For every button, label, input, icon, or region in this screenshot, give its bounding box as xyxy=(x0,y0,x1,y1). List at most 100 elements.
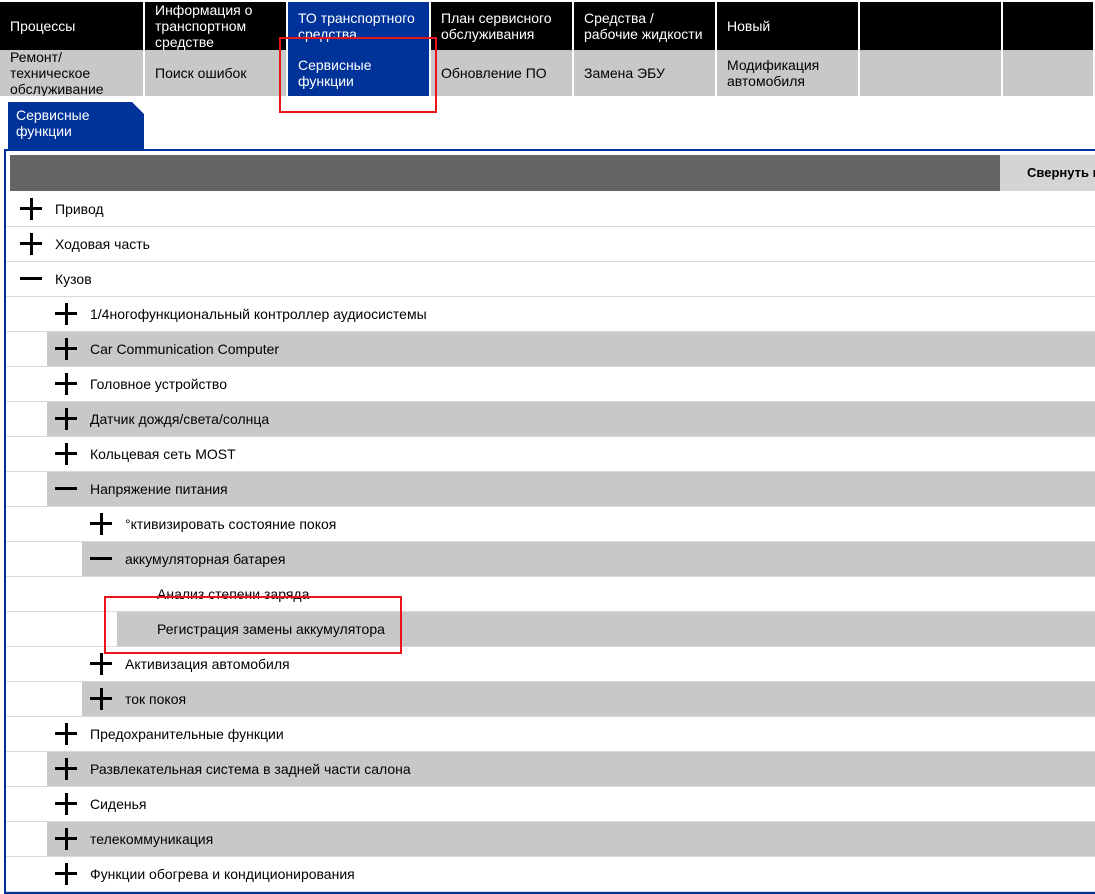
tree-row: Сиденья xyxy=(6,787,1095,822)
plus-icon[interactable] xyxy=(90,653,112,675)
tree-row: Головное устройство xyxy=(6,367,1095,402)
tree-item-label: Регистрация замены аккумулятора xyxy=(157,621,385,637)
plus-icon[interactable] xyxy=(55,758,77,780)
menu-item-label: Новый xyxy=(727,18,771,34)
tree-item-label: Car Communication Computer xyxy=(90,341,280,357)
tree-item[interactable]: Датчик дождя/света/солнца xyxy=(47,402,1095,436)
tree-item[interactable]: 1/4ногофункциональный контроллер аудиоси… xyxy=(47,297,1095,331)
tree-item[interactable]: ток покоя xyxy=(82,682,1095,716)
plus-icon[interactable] xyxy=(55,303,77,325)
submenu-item-0[interactable]: Ремонт/ техническое обслуживание xyxy=(0,50,145,96)
collapse-all-button[interactable]: Свернуть все xyxy=(1000,155,1095,191)
minus-icon[interactable] xyxy=(20,268,42,290)
menu-item-label: ТО транспортного средства xyxy=(298,10,415,42)
tree-row: Анализ степени заряда xyxy=(6,577,1095,612)
tree-item-label: Сиденья xyxy=(90,796,147,812)
tree-item-label: Кузов xyxy=(55,271,92,287)
menu-item-label: Процессы xyxy=(10,18,76,34)
menu-item-2[interactable]: ТО транспортного средства xyxy=(288,2,431,50)
plus-icon[interactable] xyxy=(90,688,112,710)
tree-item[interactable]: Напряжение питания xyxy=(47,472,1095,506)
plus-icon[interactable] xyxy=(55,863,77,885)
submenu-item-label: Ремонт/ техническое обслуживание xyxy=(10,50,104,96)
menu-item-0[interactable]: Процессы xyxy=(0,2,145,50)
plus-icon[interactable] xyxy=(20,198,42,220)
tree-item-label: Ходовая часть xyxy=(55,236,150,252)
tree-row: Напряжение питания xyxy=(6,472,1095,507)
tree-item[interactable]: Предохранительные функции xyxy=(47,717,1095,751)
tree-item[interactable]: °ктивизировать состояние покоя xyxy=(82,507,1095,541)
tree-row: телекоммуникация xyxy=(6,822,1095,857)
submenu-item-label: Модификация автомобиля xyxy=(727,57,820,89)
tree-item[interactable]: Car Communication Computer xyxy=(47,332,1095,366)
submenu-item-7[interactable] xyxy=(1003,50,1095,96)
tab-label: Сервисные функции xyxy=(16,107,90,139)
submenu-item-label: Обновление ПО xyxy=(441,65,547,81)
menu-item-5[interactable]: Новый xyxy=(717,2,860,50)
menu-item-6[interactable] xyxy=(860,2,1003,50)
tab-service-functions[interactable]: Сервисные функции xyxy=(8,102,144,150)
tree-item[interactable]: Активизация автомобиля xyxy=(82,647,1095,681)
submenu-item-6[interactable] xyxy=(860,50,1003,96)
plus-icon[interactable] xyxy=(55,338,77,360)
tree-item[interactable]: Анализ степени заряда xyxy=(117,577,1095,611)
plus-icon[interactable] xyxy=(20,233,42,255)
submenu-item-label: Замена ЭБУ xyxy=(584,65,665,81)
tree-row: аккумуляторная батарея xyxy=(6,542,1095,577)
tree-item-label: Головное устройство xyxy=(90,376,227,392)
plus-icon[interactable] xyxy=(55,408,77,430)
menu-item-1[interactable]: Информация о транспортном средстве xyxy=(145,2,288,50)
function-tree: Привод Ходовая часть Кузов 1/4ногофункциона… xyxy=(6,192,1095,892)
panel-header: Свернуть все xyxy=(10,155,1095,191)
submenu-item-2[interactable]: Сервисные функции xyxy=(288,50,431,96)
tree-item[interactable]: Головное устройство xyxy=(47,367,1095,401)
tree-row: 1/4ногофункциональный контроллер аудиоси… xyxy=(6,297,1095,332)
tree-row: °ктивизировать состояние покоя xyxy=(6,507,1095,542)
submenu-item-1[interactable]: Поиск ошибок xyxy=(145,50,288,96)
tree-row: Развлекательная система в задней части с… xyxy=(6,752,1095,787)
plus-icon[interactable] xyxy=(55,373,77,395)
minus-icon[interactable] xyxy=(90,548,112,570)
tree-row: Привод xyxy=(6,192,1095,227)
tree-item[interactable]: Функции обогрева и кондиционирования xyxy=(47,857,1095,891)
tree-item[interactable]: Привод xyxy=(12,192,1095,226)
submenu-item-4[interactable]: Замена ЭБУ xyxy=(574,50,717,96)
tree-row: Кольцевая сеть MOST xyxy=(6,437,1095,472)
menu-item-4[interactable]: Средства / рабочие жидкости xyxy=(574,2,717,50)
plus-icon[interactable] xyxy=(55,723,77,745)
plus-icon[interactable] xyxy=(55,828,77,850)
menu-item-7[interactable] xyxy=(1003,2,1095,50)
plus-icon[interactable] xyxy=(90,513,112,535)
submenu-item-5[interactable]: Модификация автомобиля xyxy=(717,50,860,96)
tree-item-label: Привод xyxy=(55,201,104,217)
tree-item-label: аккумуляторная батарея xyxy=(125,551,286,567)
tree-row: Регистрация замены аккумулятора xyxy=(6,612,1095,647)
tree-item[interactable]: Сиденья xyxy=(47,787,1095,821)
tree-row: Car Communication Computer xyxy=(6,332,1095,367)
tree-item[interactable]: Регистрация замены аккумулятора xyxy=(117,612,1095,646)
plus-icon[interactable] xyxy=(55,443,77,465)
tree-item[interactable]: Кольцевая сеть MOST xyxy=(47,437,1095,471)
tree-item-label: Функции обогрева и кондиционирования xyxy=(90,866,355,882)
tree-item-label: °ктивизировать состояние покоя xyxy=(125,516,337,532)
tree-row: Ходовая часть xyxy=(6,227,1095,262)
menu-item-label: План сервисного обслуживания xyxy=(441,10,552,42)
menu-item-label: Информация о транспортном средстве xyxy=(155,2,253,50)
tree-item[interactable]: Кузов xyxy=(12,262,1095,296)
tree-item-label: Развлекательная система в задней части с… xyxy=(90,761,411,777)
tree-item[interactable]: телекоммуникация xyxy=(47,822,1095,856)
tree-item[interactable]: Развлекательная система в задней части с… xyxy=(47,752,1095,786)
tree-item-label: Датчик дождя/света/солнца xyxy=(90,411,270,427)
tree-item-label: ток покоя xyxy=(125,691,187,707)
tree-row: Активизация автомобиля xyxy=(6,647,1095,682)
tree-item-label: Анализ степени заряда xyxy=(157,586,310,602)
tree-item[interactable]: Ходовая часть xyxy=(12,227,1095,261)
tree-item-label: телекоммуникация xyxy=(90,831,214,847)
tree-row: Датчик дождя/света/солнца xyxy=(6,402,1095,437)
submenu-item-3[interactable]: Обновление ПО xyxy=(431,50,574,96)
tree-item[interactable]: аккумуляторная батарея xyxy=(82,542,1095,576)
menu-item-label: Средства / рабочие жидкости xyxy=(584,10,703,42)
minus-icon[interactable] xyxy=(55,478,77,500)
plus-icon[interactable] xyxy=(55,793,77,815)
menu-item-3[interactable]: План сервисного обслуживания xyxy=(431,2,574,50)
